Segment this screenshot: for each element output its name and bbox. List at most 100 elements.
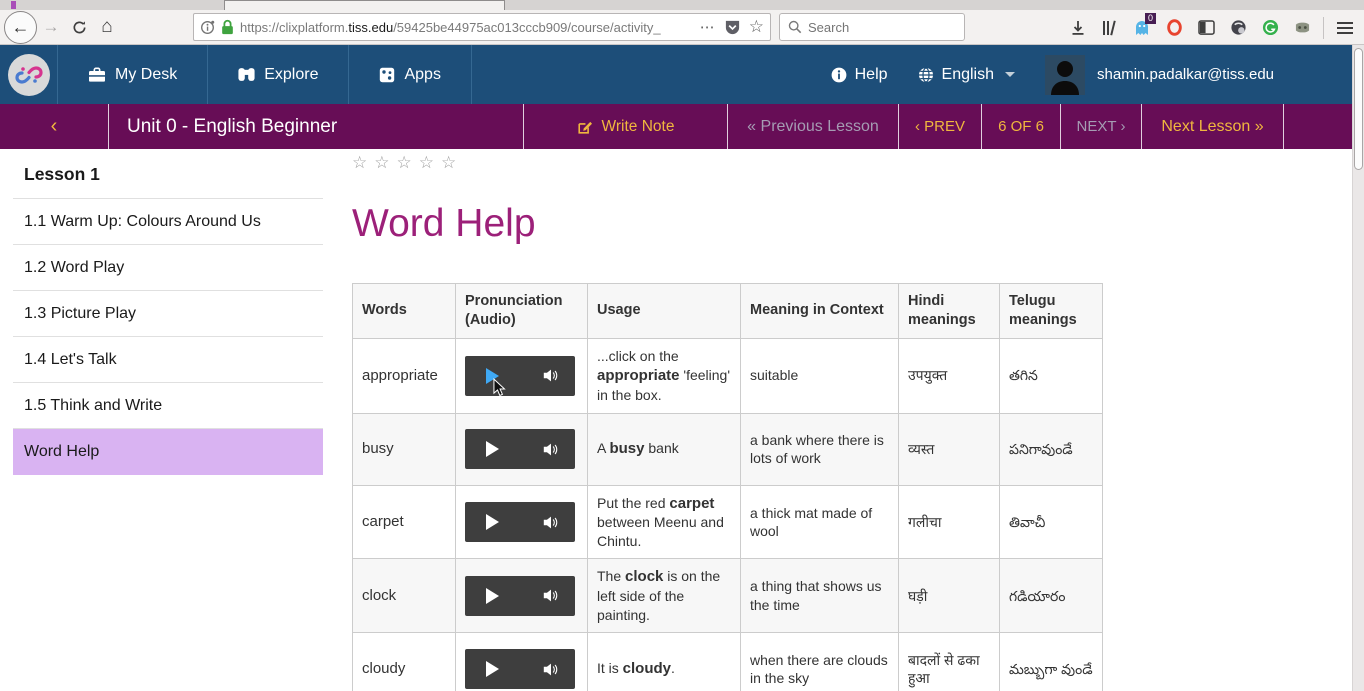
audio-cell bbox=[456, 559, 588, 633]
padlock-icon[interactable] bbox=[221, 19, 234, 35]
url-text[interactable]: https://clixplatform.tiss.edu/59425be449… bbox=[240, 20, 700, 35]
browser-window: ← → ⌂ https://clixplatform.tiss.edu/5942… bbox=[0, 0, 1364, 691]
back-button[interactable]: ← bbox=[4, 11, 37, 44]
home-button[interactable]: ⌂ bbox=[93, 16, 121, 38]
star-icon[interactable]: ☆ bbox=[352, 153, 367, 172]
page-title: Word Help bbox=[352, 202, 1103, 246]
forward-button[interactable]: → bbox=[37, 17, 65, 37]
sidebar-item-word-play[interactable]: 1.2 Word Play bbox=[13, 245, 323, 291]
reload-icon bbox=[72, 20, 87, 35]
lesson-sidebar: Lesson 1 1.1 Warm Up: Colours Around Us … bbox=[0, 149, 323, 691]
language-selector[interactable]: English bbox=[918, 66, 1015, 84]
speaker-icon[interactable] bbox=[542, 588, 560, 603]
lesson-bar: ‹ Unit 0 - English Beginner Write Note «… bbox=[0, 104, 1364, 149]
next-button[interactable]: NEXT › bbox=[1060, 104, 1141, 149]
nav-my-desk-label: My Desk bbox=[115, 66, 177, 84]
sidebar-item-lets-talk[interactable]: 1.4 Let's Talk bbox=[13, 337, 323, 383]
ghostery-button[interactable]: 0 bbox=[1131, 17, 1153, 39]
prev-button[interactable]: ‹ PREV bbox=[898, 104, 981, 149]
table-row: appropriate ...click on the appropriate … bbox=[353, 338, 1103, 413]
page-position: 6 OF 6 bbox=[981, 104, 1060, 149]
nav-help-label: Help bbox=[855, 66, 888, 84]
url-bar[interactable]: https://clixplatform.tiss.edu/59425be449… bbox=[193, 13, 771, 41]
extension-sphere-button[interactable] bbox=[1227, 17, 1249, 39]
reload-button[interactable] bbox=[65, 20, 93, 35]
misc-extension-icon bbox=[1294, 20, 1311, 35]
audio-cell bbox=[456, 633, 588, 691]
unit-title: Unit 0 - English Beginner bbox=[108, 104, 523, 149]
play-icon[interactable] bbox=[486, 661, 499, 677]
audio-player[interactable] bbox=[465, 502, 575, 542]
audio-player[interactable] bbox=[465, 356, 575, 396]
star-icon[interactable]: ☆ bbox=[374, 153, 389, 172]
write-note-button[interactable]: Write Note bbox=[523, 104, 727, 149]
bookmark-star-icon[interactable]: ☆ bbox=[749, 17, 764, 37]
next-lesson-button[interactable]: Next Lesson » bbox=[1141, 104, 1283, 149]
briefcase-icon bbox=[88, 67, 106, 83]
write-note-icon bbox=[577, 119, 593, 135]
sidebar-item-word-help[interactable]: Word Help bbox=[13, 429, 323, 475]
play-icon[interactable] bbox=[486, 514, 499, 530]
library-button[interactable] bbox=[1099, 17, 1121, 39]
sidebar-toggle-button[interactable] bbox=[1195, 17, 1217, 39]
nav-explore[interactable]: Explore bbox=[208, 45, 348, 104]
home-icon: ⌂ bbox=[101, 16, 112, 38]
page-actions-icon[interactable]: ⋯ bbox=[700, 18, 716, 36]
download-button[interactable] bbox=[1067, 17, 1089, 39]
chevron-down-icon bbox=[1005, 72, 1015, 77]
star-icon[interactable]: ☆ bbox=[419, 153, 434, 172]
back-icon: ← bbox=[12, 17, 30, 38]
hindi-cell: गलीचा bbox=[899, 485, 1000, 559]
page-scrollbar[interactable] bbox=[1352, 45, 1364, 691]
play-icon[interactable] bbox=[486, 441, 499, 457]
previous-lesson-button[interactable]: « Previous Lesson bbox=[727, 104, 898, 149]
site-info-icon[interactable] bbox=[200, 20, 215, 35]
red-o-icon bbox=[1166, 19, 1183, 36]
audio-player[interactable] bbox=[465, 429, 575, 469]
user-email[interactable]: shamin.padalkar@tiss.edu bbox=[1097, 66, 1274, 83]
active-tab[interactable] bbox=[224, 0, 505, 10]
sidebar-heading: Lesson 1 bbox=[13, 149, 323, 199]
speaker-icon[interactable] bbox=[542, 368, 560, 383]
col-header-meaning: Meaning in Context bbox=[741, 284, 899, 339]
audio-player[interactable] bbox=[465, 649, 575, 689]
sidebar-item-picture-play[interactable]: 1.3 Picture Play bbox=[13, 291, 323, 337]
telugu-cell: పనిగావుండే bbox=[1000, 413, 1103, 485]
hindi-cell: उपयुक्त bbox=[899, 338, 1000, 413]
audio-player[interactable] bbox=[465, 576, 575, 616]
search-bar[interactable] bbox=[779, 13, 965, 41]
rating-stars: ☆ ☆ ☆ ☆ ☆ bbox=[352, 153, 1103, 172]
nav-my-desk[interactable]: My Desk bbox=[58, 45, 207, 104]
nav-apps[interactable]: Apps bbox=[349, 45, 470, 104]
telugu-cell: తివాచీ bbox=[1000, 485, 1103, 559]
speaker-icon[interactable] bbox=[542, 662, 560, 677]
search-input[interactable] bbox=[808, 20, 948, 35]
telugu-cell: మబ్బుగా వుండే bbox=[1000, 633, 1103, 691]
avatar[interactable] bbox=[1045, 55, 1085, 95]
scrollbar-thumb[interactable] bbox=[1354, 48, 1363, 170]
speaker-icon[interactable] bbox=[542, 442, 560, 457]
sidebar-item-warm-up[interactable]: 1.1 Warm Up: Colours Around Us bbox=[13, 199, 323, 245]
table-row: busy A busy bank a bank where there is l… bbox=[353, 413, 1103, 485]
library-icon bbox=[1102, 20, 1119, 36]
star-icon[interactable]: ☆ bbox=[441, 153, 456, 172]
sidebar-item-think-and-write[interactable]: 1.5 Think and Write bbox=[13, 383, 323, 429]
pocket-icon[interactable] bbox=[724, 19, 741, 36]
col-header-usage: Usage bbox=[588, 284, 741, 339]
extension-o-button[interactable] bbox=[1163, 17, 1185, 39]
nav-help[interactable]: Help bbox=[831, 66, 888, 84]
hindi-cell: बादलों से ढका हुआ bbox=[899, 633, 1000, 691]
speaker-icon[interactable] bbox=[542, 515, 560, 530]
language-label: English bbox=[942, 66, 994, 84]
star-icon[interactable]: ☆ bbox=[397, 153, 412, 172]
extension-misc-button[interactable] bbox=[1291, 17, 1313, 39]
lesson-back-button[interactable]: ‹ bbox=[0, 104, 108, 149]
play-icon[interactable] bbox=[486, 588, 499, 604]
grammarly-button[interactable] bbox=[1259, 17, 1281, 39]
menu-button[interactable] bbox=[1334, 17, 1356, 39]
clix-logo[interactable] bbox=[0, 45, 57, 104]
nav-apps-label: Apps bbox=[404, 66, 440, 84]
browser-toolbar: ← → ⌂ https://clixplatform.tiss.edu/5942… bbox=[0, 10, 1364, 45]
forward-icon: → bbox=[43, 17, 60, 37]
tab-indicator bbox=[11, 1, 16, 9]
